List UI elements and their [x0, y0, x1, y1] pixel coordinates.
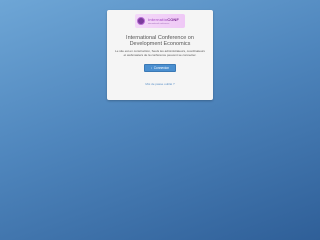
logo-mark-icon: [137, 17, 145, 25]
logo-word-light: internatio: [148, 16, 168, 22]
logo-text: internatioCONF international conference: [148, 16, 179, 25]
login-button-label: Connexion: [153, 66, 169, 71]
logo-subtitle: international conference: [148, 22, 170, 25]
construction-notice: Le site est en construction, Seuls les a…: [115, 49, 205, 57]
forgot-password-link[interactable]: Mot de passe oublié ?: [107, 82, 213, 86]
logo-wordmark: internatioCONF: [148, 16, 179, 22]
page-background: { "logo": { "word_light": "internatio", …: [0, 0, 320, 240]
logo-word-bold: CONF: [167, 16, 179, 22]
login-button[interactable]: Connexion: [144, 64, 176, 73]
conference-logo: internatioCONF international conference: [135, 14, 185, 28]
login-card: internatioCONF international conference …: [107, 10, 213, 100]
user-icon: [151, 67, 153, 69]
conference-title: International Conference on Development …: [126, 35, 194, 47]
